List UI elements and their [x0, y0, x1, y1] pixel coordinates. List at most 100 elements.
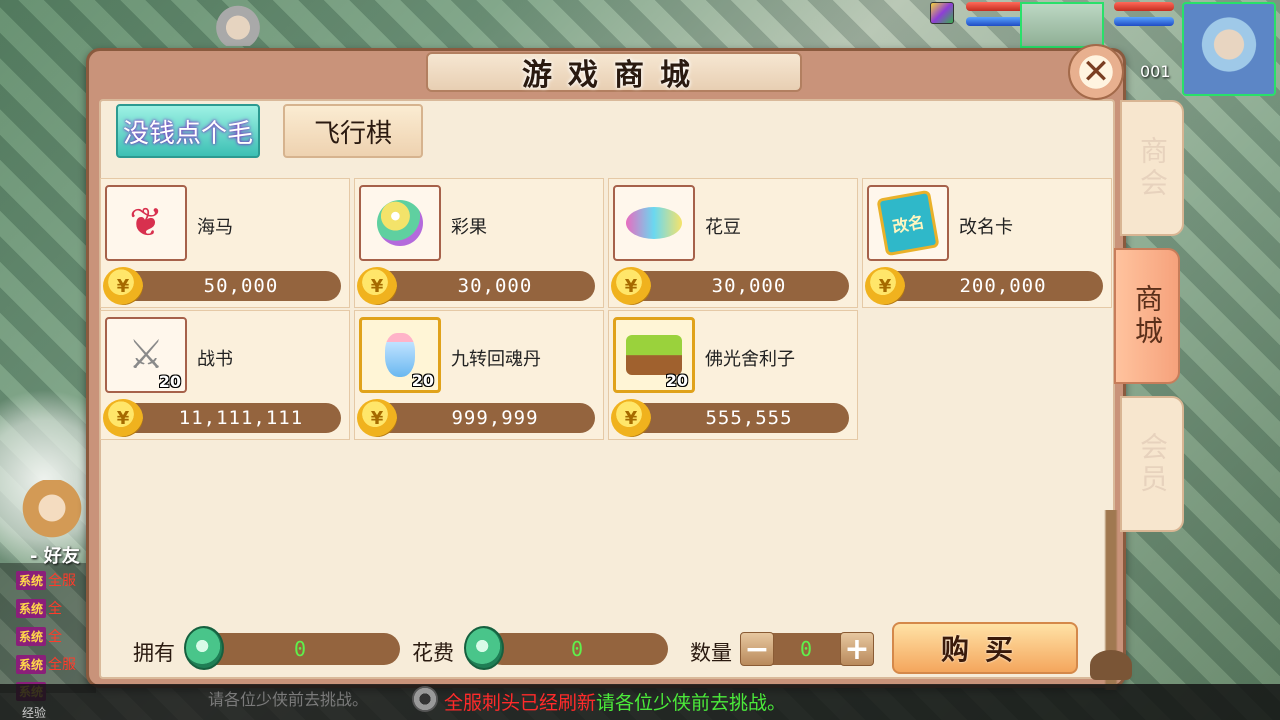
item-price: 200,000	[959, 275, 1047, 297]
item-price: 555,555	[705, 407, 793, 429]
title-plate: 游戏商城	[426, 52, 802, 93]
item-name: 九转回魂丹	[451, 349, 541, 370]
item-name: 海马	[197, 217, 233, 238]
item-price: 50,000	[203, 275, 279, 297]
cost-label: 花费	[412, 641, 454, 665]
item-card[interactable]: ❦ 海马 50,000 ¥	[100, 178, 350, 308]
item-name: 彩果	[451, 217, 487, 238]
chat-line: 系统全	[16, 598, 62, 618]
item-name: 花豆	[705, 217, 741, 238]
lamp-base	[1090, 650, 1132, 680]
pet-mp-bar	[966, 17, 1026, 26]
item-card[interactable]: 花豆 30,000 ¥	[608, 178, 858, 308]
coin-icon: ¥	[103, 267, 143, 305]
item-count: 20	[411, 371, 434, 390]
coin-icon: ¥	[357, 399, 397, 437]
announcement-green: 请各位少侠前去挑战。	[596, 692, 787, 714]
seahorse-icon: ❦	[105, 185, 187, 261]
side-tab-guild-shop[interactable]: 商会	[1120, 100, 1184, 236]
hero-hp-bar	[1114, 2, 1174, 11]
quantity-increase-button[interactable]: +	[840, 631, 874, 667]
item-count: 20	[665, 371, 688, 390]
chat-message: 全服	[48, 657, 77, 673]
coin-icon: ¥	[611, 267, 651, 305]
chat-line: 系统全	[16, 626, 62, 646]
rename-card-label: 改名	[876, 189, 940, 257]
price-bar: 11,111,111	[111, 403, 341, 433]
item-card[interactable]: 20 佛光舍利子 555,555 ¥	[608, 310, 858, 440]
announcement-ghost-text: 请各位少侠前去挑战。	[208, 690, 369, 709]
coin-icon: ¥	[611, 399, 651, 437]
price-bar: 555,555	[619, 403, 849, 433]
cost-value: 0	[570, 637, 584, 661]
exp-label: 经验	[22, 706, 47, 720]
plus-icon: +	[844, 631, 870, 667]
crossed-swords-icon: ⚔ 20	[105, 317, 187, 393]
price-bar: 30,000	[365, 271, 595, 301]
npc-sprite[interactable]	[210, 0, 266, 46]
flower-bean-icon	[613, 185, 695, 261]
gear-icon[interactable]	[412, 686, 438, 712]
quantity-label: 数量	[690, 641, 732, 665]
system-tag: 系统	[16, 571, 47, 590]
hero-status-bars	[1114, 2, 1174, 32]
side-tab-mall[interactable]: 商城	[1114, 248, 1180, 384]
relic-basket-icon: 20	[613, 317, 695, 393]
coin-icon: ¥	[357, 267, 397, 305]
item-card[interactable]: 20 九转回魂丹 999,999 ¥	[354, 310, 604, 440]
tab-category-1[interactable]: 飞行棋	[283, 104, 423, 158]
item-price: 30,000	[457, 275, 533, 297]
own-label: 拥有	[133, 641, 175, 665]
quantity-decrease-button[interactable]: −	[740, 631, 774, 667]
item-name: 改名卡	[959, 217, 1013, 238]
coin-icon: ¥	[103, 399, 143, 437]
buff-icon[interactable]	[930, 2, 954, 24]
item-name: 战书	[197, 349, 233, 370]
hero-level: 001	[1140, 62, 1171, 81]
guide-npc-avatar[interactable]	[20, 480, 84, 550]
price-bar: 999,999	[365, 403, 595, 433]
friends-button[interactable]: - 好友	[30, 542, 80, 568]
item-card[interactable]: 改名 改名卡 200,000 ¥	[862, 178, 1112, 308]
window-title: 游戏商城	[522, 58, 706, 93]
item-count: 20	[158, 372, 181, 391]
system-tag: 系统	[16, 599, 47, 618]
item-card[interactable]: ⚔ 20 战书 11,111,111 ¥	[100, 310, 350, 440]
system-tag: 系统	[16, 655, 47, 674]
minus-icon: −	[744, 631, 770, 667]
system-tag: 系统	[16, 627, 47, 646]
price-bar: 50,000	[111, 271, 341, 301]
chat-message: 全服	[48, 573, 77, 589]
rainbow-fruit-icon	[359, 185, 441, 261]
price-bar: 30,000	[619, 271, 849, 301]
announcement-text: 全服刺头已经刷新请各位少侠前去挑战。	[444, 688, 786, 715]
tab-category-0[interactable]: 没钱点个毛	[116, 104, 260, 158]
announcement-red: 全服刺头已经刷新	[444, 692, 597, 714]
chat-line: 系统 全服	[16, 654, 76, 674]
quantity-value: 0	[799, 637, 813, 661]
close-icon: ✕	[1081, 52, 1111, 92]
hero-mp-bar	[1114, 17, 1174, 26]
item-card[interactable]: 彩果 30,000 ¥	[354, 178, 604, 308]
item-price: 30,000	[711, 275, 787, 297]
buy-button[interactable]: 购买	[892, 622, 1078, 674]
pet-portrait[interactable]	[1020, 2, 1104, 48]
own-value-bar: 0	[200, 633, 400, 665]
chat-line: 系统 全服	[16, 570, 76, 590]
price-bar: 200,000	[873, 271, 1103, 301]
potion-bottle-icon: 20	[359, 317, 441, 393]
jade-currency-icon	[184, 626, 224, 670]
item-price: 11,111,111	[178, 407, 304, 429]
chat-message: 全	[48, 629, 63, 645]
item-price: 999,999	[451, 407, 539, 429]
close-button[interactable]: ✕	[1068, 44, 1124, 100]
pet-hp-bar	[966, 2, 1026, 11]
item-name: 佛光舍利子	[705, 349, 795, 370]
cost-value-bar: 0	[486, 633, 668, 665]
own-value: 0	[293, 637, 307, 661]
coin-icon: ¥	[865, 267, 905, 305]
pet-status-bars	[966, 2, 1026, 32]
rename-card-icon: 改名	[867, 185, 949, 261]
chat-message: 全	[48, 601, 63, 617]
hero-portrait[interactable]	[1182, 2, 1276, 96]
